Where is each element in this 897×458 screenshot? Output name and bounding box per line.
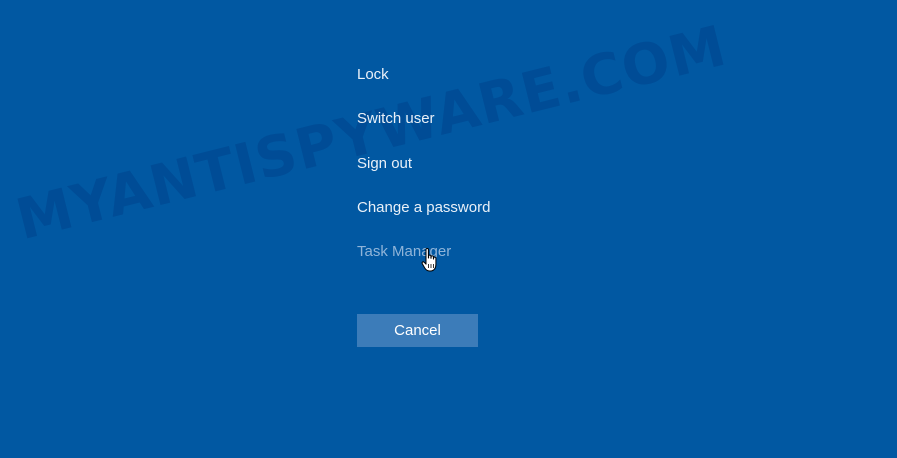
cancel-button[interactable]: Cancel (357, 314, 478, 347)
menu-item-switch-user[interactable]: Switch user (357, 110, 435, 128)
hand-pointer-icon (421, 248, 437, 272)
menu-item-lock[interactable]: Lock (357, 66, 389, 84)
menu-item-sign-out[interactable]: Sign out (357, 155, 412, 173)
menu-item-change-password[interactable]: Change a password (357, 199, 490, 217)
security-options-screen: MYANTISPYWARE.COM Lock Switch user Sign … (0, 0, 897, 458)
